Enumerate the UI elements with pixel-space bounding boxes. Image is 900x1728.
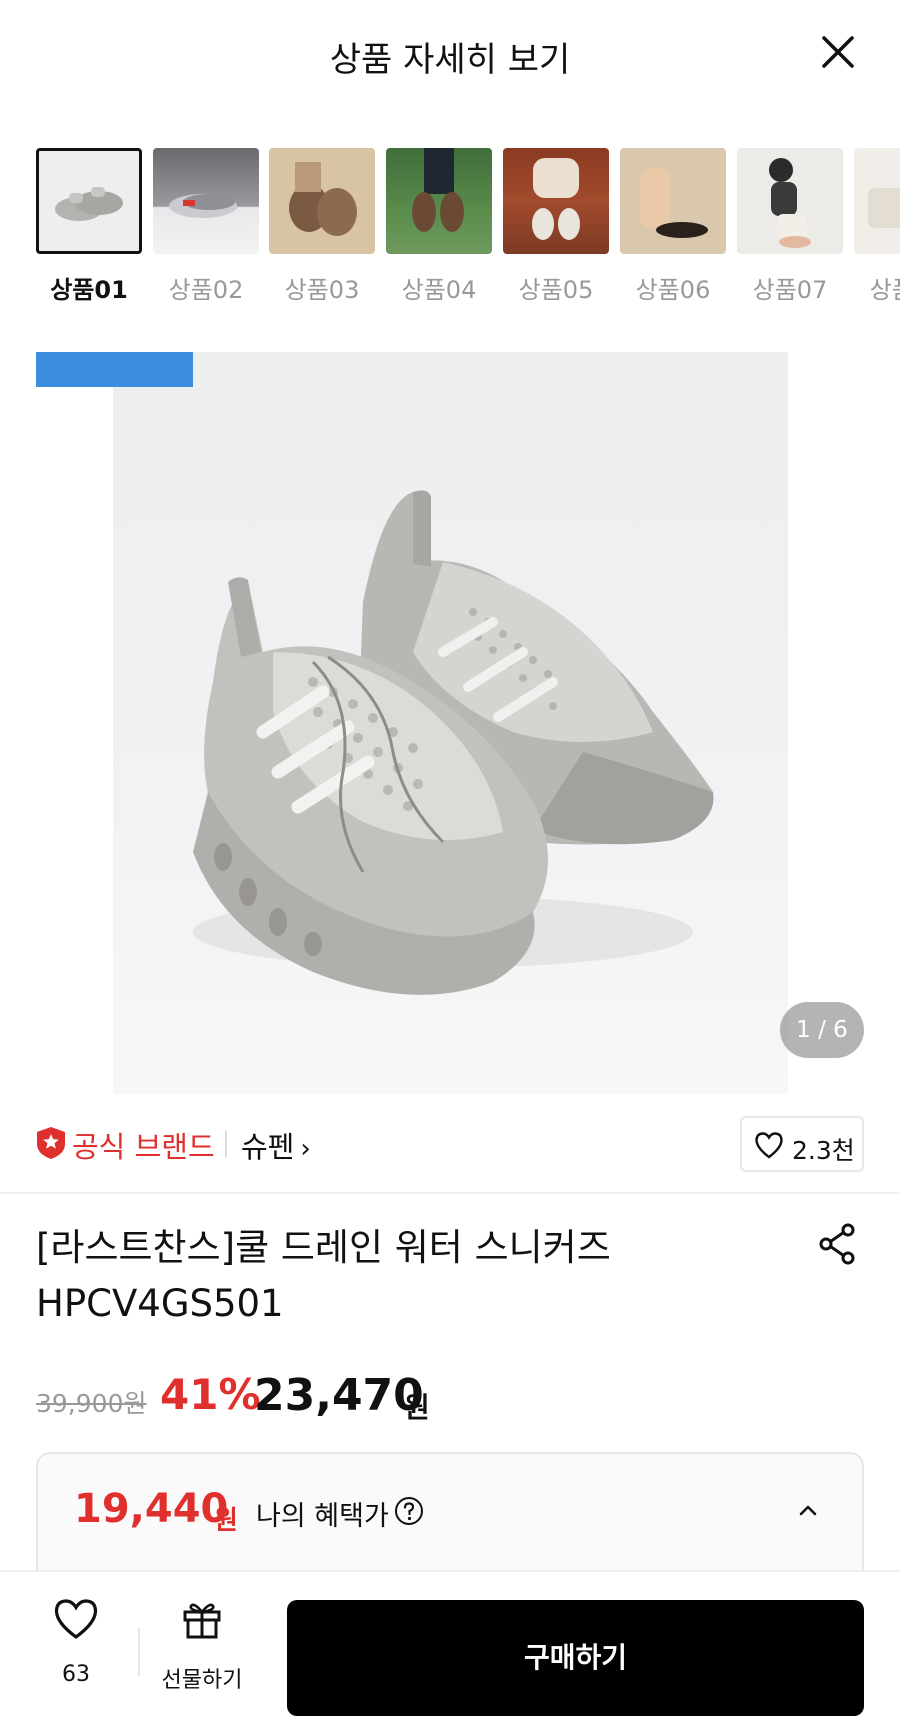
original-price: 39,900원 (36, 1389, 147, 1418)
divider (225, 1130, 227, 1158)
product-title-line2: HPCV4GS501 (36, 1282, 284, 1325)
official-brand-label: 공식 브랜드 (72, 1130, 215, 1164)
chevron-right-icon: › (300, 1134, 311, 1164)
thumbnail-image (269, 148, 375, 254)
wishlist-count: 63 (62, 1662, 90, 1687)
bottom-action-bar: 63 선물하기 구매하기 (0, 1570, 900, 1728)
product-gallery[interactable]: 1 / 6 (0, 352, 900, 1094)
thumbnail-item[interactable]: 상품04 (386, 146, 492, 306)
gift-label: 선물하기 (161, 1668, 243, 1693)
thumbnail-label: 상품01 (50, 276, 128, 304)
thumbnail-image (737, 148, 843, 254)
thumbnail-strip[interactable]: 상품01 상품02 상품03 상품04 상품05 상품06 상품07 상 (36, 146, 900, 306)
chevron-up-icon (799, 1505, 817, 1516)
buy-button[interactable]: 구매하기 (287, 1600, 864, 1716)
share-icon (819, 1223, 855, 1265)
brand-row: 공식 브랜드 슈펜 › 2.3천 (0, 1094, 900, 1194)
price-row: 39,900원 41% 23,470 원 (36, 1370, 866, 1430)
thumbnail-label: 상품03 (284, 276, 360, 304)
thumbnail-image (620, 148, 726, 254)
help-icon[interactable] (394, 1496, 424, 1526)
thumbnail-label: 상품06 (635, 276, 711, 304)
share-button[interactable] (816, 1222, 860, 1266)
benefit-price: 19,440 (74, 1486, 229, 1532)
thumbnail-item[interactable]: 상품05 (503, 146, 609, 306)
thumbnail-image (36, 148, 142, 254)
collapse-button[interactable] (790, 1492, 826, 1528)
benefit-price-unit: 원 (214, 1506, 238, 1536)
product-title: [라스트찬스]쿨 드레인 워터 스니커즈 HPCV4GS501 (36, 1220, 756, 1332)
thumbnail-label: 상품05 (518, 276, 594, 304)
thumbnail-item[interactable]: 상품01 (36, 146, 142, 306)
benefit-label: 나의 혜택가 (256, 1501, 389, 1532)
thumbnail-image (153, 148, 259, 254)
brand-name: 슈펜 (241, 1130, 295, 1164)
sale-price-unit: 원 (404, 1391, 430, 1424)
close-icon (822, 36, 854, 68)
brand-like-button[interactable]: 2.3천 (740, 1116, 864, 1172)
thumbnail-item[interactable]: 상품08 (854, 146, 900, 306)
thumbnail-item[interactable]: 상품03 (269, 146, 375, 306)
header: 상품 자세히 보기 (0, 0, 900, 110)
promo-tag (36, 352, 193, 387)
thumbnail-item[interactable]: 상품06 (620, 146, 726, 306)
brand-like-count: 2.3천 (792, 1136, 855, 1165)
discount-rate: 41% (160, 1370, 261, 1419)
thumbnail-item[interactable]: 상품07 (737, 146, 843, 306)
gift-button[interactable]: 선물하기 (150, 1588, 254, 1698)
thumbnail-label: 상품02 (168, 276, 244, 304)
sale-price: 23,470 (254, 1370, 424, 1421)
thumbnail-image (854, 148, 900, 254)
gallery-page-indicator: 1 / 6 (780, 1002, 864, 1058)
brand-link[interactable]: 슈펜 › (241, 1124, 311, 1166)
thumbnail-label: 상품08 (869, 276, 900, 304)
thumbnail-item[interactable]: 상품02 (153, 146, 259, 306)
thumbnail-label: 상품04 (401, 276, 477, 304)
close-button[interactable] (814, 28, 862, 76)
product-title-line1: [라스트찬스]쿨 드레인 워터 스니커즈 (36, 1226, 611, 1269)
heart-icon (54, 1599, 98, 1639)
product-photo (113, 352, 788, 1094)
divider (138, 1628, 140, 1676)
thumbnail-image (503, 148, 609, 254)
thumbnail-image (386, 148, 492, 254)
gift-icon (183, 1603, 221, 1639)
heart-icon (755, 1132, 783, 1159)
wishlist-button[interactable]: 63 (34, 1588, 118, 1698)
thumbnail-label: 상품07 (752, 276, 828, 304)
page-title: 상품 자세히 보기 (329, 40, 571, 80)
benefit-price-box[interactable]: 19,440 원 나의 혜택가 (36, 1452, 864, 1582)
official-brand-badge-icon (37, 1127, 65, 1159)
